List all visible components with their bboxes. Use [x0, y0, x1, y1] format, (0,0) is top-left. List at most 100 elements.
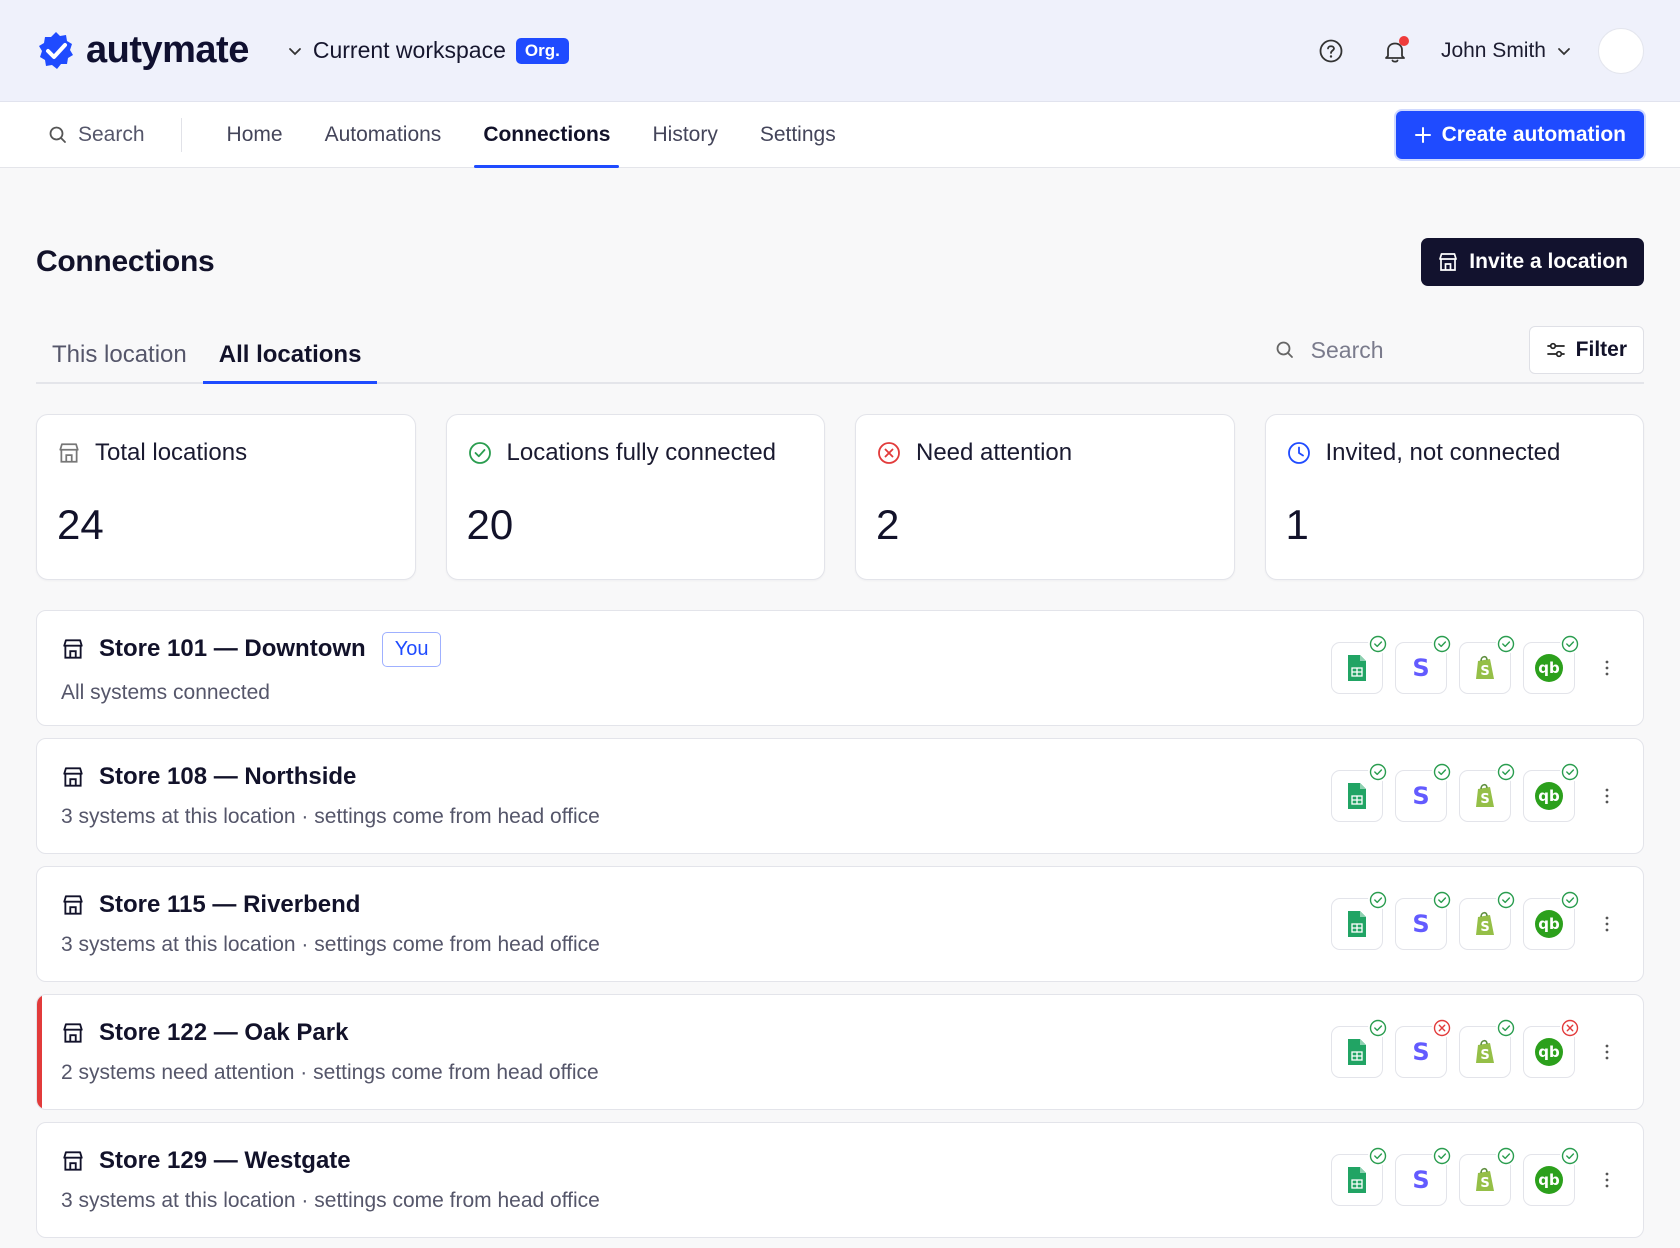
location-row[interactable]: Store 122 — Oak Park 2 systems need atte… [36, 994, 1644, 1110]
locations-search-input[interactable]: Search [1265, 337, 1515, 364]
user-name: John Smith [1440, 38, 1546, 62]
filter-button[interactable]: Filter [1528, 326, 1644, 374]
app-shopify[interactable]: S [1459, 890, 1516, 950]
workspace-switcher[interactable]: Current workspace Org. [287, 37, 569, 64]
location-row[interactable]: Store 129 — Westgate 3 systems at this l… [36, 1122, 1644, 1238]
main-nav: Search Home Automations Connections Hist… [0, 102, 1680, 168]
location-subtitle: 3 systems at this location · settings co… [61, 805, 600, 828]
nav-home[interactable]: Home [206, 102, 304, 167]
svg-text:qb: qb [1538, 1043, 1560, 1061]
google-sheets-icon [1346, 782, 1368, 810]
stat-need-attention: Need attention 2 [855, 414, 1235, 580]
quickbooks-icon: qb [1534, 1165, 1564, 1195]
stat-label: Locations fully connected [506, 439, 777, 466]
store-icon [63, 1023, 83, 1043]
location-name: Store 115 — Riverbend [99, 891, 361, 918]
app-google-sheets[interactable] [1331, 634, 1388, 694]
svg-text:S: S [1412, 654, 1429, 682]
invite-location-button[interactable]: Invite a location [1421, 238, 1644, 286]
stripe-icon: S [1409, 1166, 1433, 1194]
kebab-menu-icon [1605, 1172, 1609, 1188]
app-shopify[interactable]: S [1459, 1146, 1516, 1206]
nav-search[interactable]: Search [48, 117, 182, 152]
connected-status-icon [1368, 1018, 1388, 1038]
svg-text:S: S [1412, 1038, 1429, 1066]
org-badge: Org. [515, 37, 569, 64]
nav-automations[interactable]: Automations [304, 102, 463, 167]
more-options-icon[interactable] [1595, 656, 1619, 680]
location-name: Store 122 — Oak Park [99, 1019, 349, 1046]
x-circle-icon [878, 442, 900, 464]
app-quickbooks[interactable]: qb [1523, 890, 1580, 950]
location-row[interactable]: Store 101 — Downtown You All systems con… [36, 610, 1644, 726]
location-apps: S Sqb [1331, 634, 1580, 694]
connected-status-icon [1560, 890, 1580, 910]
notifications-button[interactable] [1381, 35, 1409, 65]
connected-status-icon [1560, 762, 1580, 782]
nav-connections[interactable]: Connections [462, 102, 631, 168]
create-automation-button[interactable]: Create automation [1395, 110, 1644, 159]
sliders-icon [1546, 342, 1565, 358]
app-google-sheets[interactable] [1331, 762, 1388, 822]
app-quickbooks[interactable]: qb [1523, 1018, 1580, 1078]
svg-text:S: S [1412, 1166, 1429, 1194]
location-name: Store 101 — Downtown [99, 635, 366, 662]
app-stripe[interactable]: S [1395, 890, 1452, 950]
app-shopify[interactable]: S [1459, 634, 1516, 694]
stat-label: Total locations [95, 439, 248, 466]
user-menu[interactable]: John Smith [1441, 39, 1572, 63]
app-google-sheets[interactable] [1331, 1146, 1388, 1206]
svg-text:qb: qb [1538, 915, 1560, 933]
app-stripe[interactable]: S [1395, 634, 1452, 694]
app-quickbooks[interactable]: qb [1523, 634, 1580, 694]
app-shopify[interactable]: S [1459, 762, 1516, 822]
tab-this-location[interactable]: This location [36, 328, 203, 382]
nav-settings[interactable]: Settings [739, 102, 857, 167]
app-stripe[interactable]: S [1395, 1018, 1452, 1078]
more-options-icon[interactable] [1595, 784, 1619, 808]
connected-status-icon [1496, 1018, 1516, 1038]
location-subtitle: All systems connected [61, 680, 270, 704]
svg-text:S: S [1412, 782, 1429, 810]
app-stripe[interactable]: S [1395, 1146, 1452, 1206]
google-sheets-icon [1346, 1038, 1368, 1066]
app-google-sheets[interactable] [1331, 1018, 1388, 1078]
location-row[interactable]: Store 115 — Riverbend 3 systems at this … [36, 866, 1644, 982]
google-sheets-icon [1346, 1166, 1368, 1194]
location-name: Store 129 — Westgate [99, 1147, 351, 1174]
app-stripe[interactable]: S [1395, 762, 1452, 822]
connected-status-icon [1368, 1146, 1388, 1166]
svg-text:S: S [1480, 792, 1489, 807]
logo[interactable]: autymate [36, 29, 249, 72]
more-options-icon[interactable] [1595, 912, 1619, 936]
stat-value: 24 [57, 501, 104, 548]
clock-icon [1287, 442, 1310, 464]
kebab-menu-icon [1605, 916, 1609, 932]
nav-history[interactable]: History [631, 102, 738, 167]
tab-all-locations[interactable]: All locations [202, 328, 378, 384]
quickbooks-icon: qb [1534, 1037, 1564, 1067]
plus-icon [1414, 126, 1431, 143]
quickbooks-icon: qb [1534, 653, 1564, 683]
connected-status-icon [1432, 1146, 1452, 1166]
more-options-icon[interactable] [1595, 1168, 1619, 1192]
workspace-label: Current workspace [312, 37, 506, 63]
avatar[interactable] [1598, 27, 1644, 74]
store-icon [63, 639, 83, 659]
app-shopify[interactable]: S [1459, 1018, 1516, 1078]
connected-status-icon [1496, 634, 1516, 654]
more-options-icon[interactable] [1595, 1040, 1619, 1064]
shopify-icon: S [1473, 1166, 1497, 1194]
app-google-sheets[interactable] [1331, 890, 1388, 950]
stat-label: Invited, not connected [1325, 439, 1561, 466]
app-quickbooks[interactable]: qb [1523, 762, 1580, 822]
shopify-icon: S [1473, 782, 1497, 810]
help-icon[interactable] [1317, 37, 1345, 65]
connected-status-icon [1560, 1146, 1580, 1166]
stat-invited-not-connected: Invited, not connected 1 [1264, 414, 1644, 580]
store-icon [1439, 253, 1458, 271]
connected-status-icon [1432, 634, 1452, 654]
app-quickbooks[interactable]: qb [1523, 1146, 1580, 1206]
location-row[interactable]: Store 108 — Northside 3 systems at this … [36, 738, 1644, 854]
stat-fully-connected: Locations fully connected 20 [445, 414, 825, 580]
